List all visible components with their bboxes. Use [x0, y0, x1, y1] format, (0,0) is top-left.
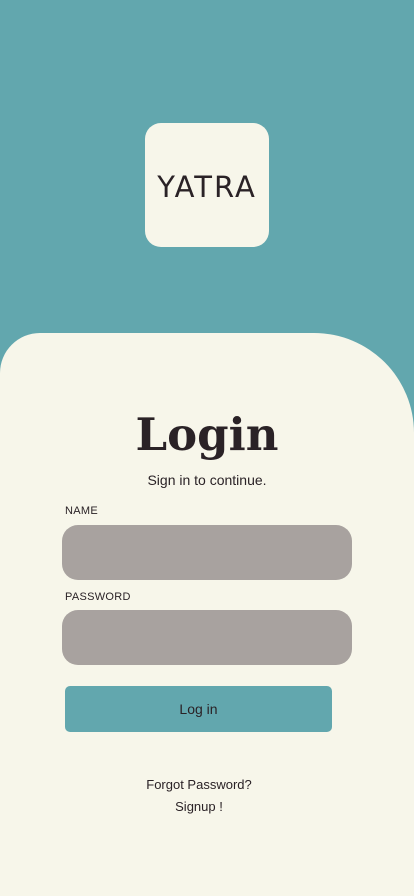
app-logo: YATRA [145, 123, 269, 247]
signup-link[interactable]: Signup ! [0, 799, 398, 814]
password-input[interactable] [62, 610, 352, 665]
login-button[interactable]: Log in [65, 686, 332, 732]
page-subtitle: Sign in to continue. [147, 472, 267, 488]
login-screen: YATRA Login Sign in to continue. NAME PA… [0, 0, 414, 896]
name-input[interactable] [62, 525, 352, 580]
header-background: YATRA [0, 0, 414, 340]
password-label: PASSWORD [65, 591, 131, 603]
logo-text: YATRA [157, 170, 257, 204]
forgot-password-link[interactable]: Forgot Password? [0, 777, 398, 792]
page-title: Login [135, 408, 279, 461]
name-label: NAME [65, 505, 98, 517]
